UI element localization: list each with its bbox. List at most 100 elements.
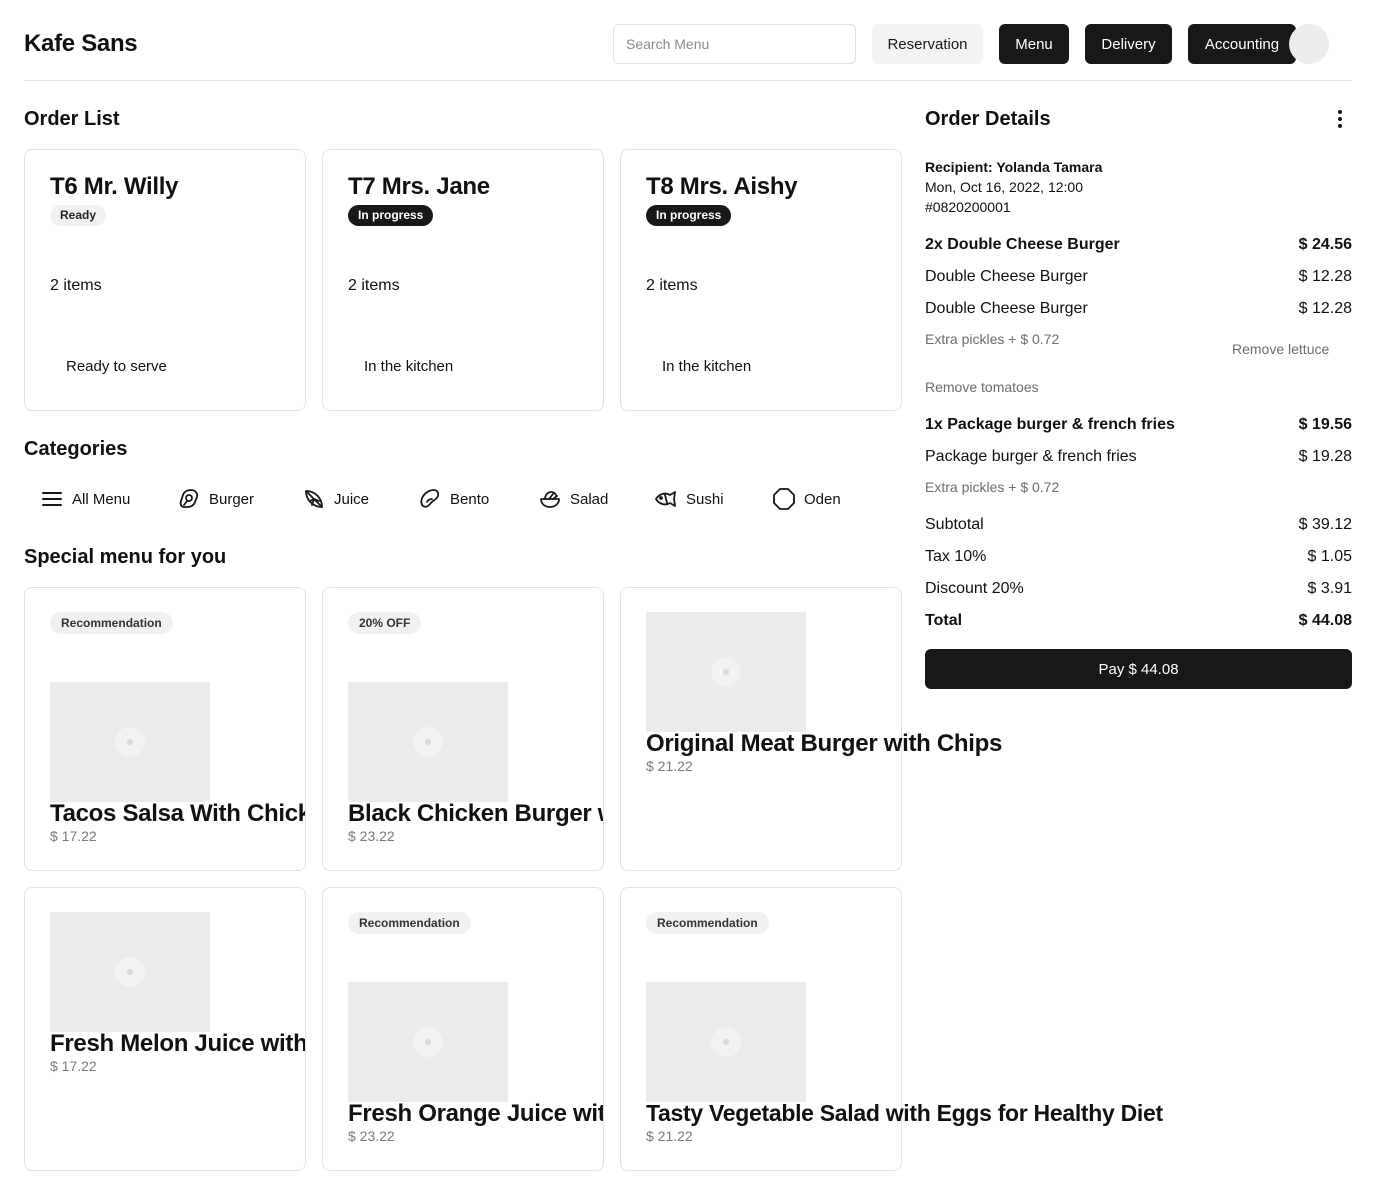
pay-button[interactable]: Pay $ 44.08 — [925, 649, 1352, 689]
order-name: T7 Mrs. Jane — [348, 173, 490, 200]
order-details-title: Order Details — [925, 108, 1051, 130]
recommendation-tag: Recommendation — [348, 912, 471, 934]
octagon-icon — [773, 488, 795, 510]
nav-reservation-button[interactable]: Reservation — [872, 24, 983, 64]
menu-item-name: Fresh Orange Juice with Basil Seed — [348, 1100, 603, 1127]
menu-card[interactable]: Fresh Melon Juice with Strawberry $ 17.2… — [24, 887, 306, 1171]
menu-item-price: $ 23.22 — [348, 828, 395, 844]
line-label: Double Cheese Burger — [925, 268, 1088, 285]
line-label: Double Cheese Burger — [925, 300, 1088, 317]
category-oden[interactable]: Oden — [772, 485, 841, 513]
menu-item-image — [646, 982, 806, 1102]
order-card[interactable]: T6 Mr. Willy Ready 2 items Ready to serv… — [24, 149, 306, 411]
top-bar: Kafe Sans Reservation Menu Delivery Acco… — [24, 0, 1352, 81]
order-status: In the kitchen — [662, 358, 752, 375]
menu-item-image — [348, 982, 508, 1102]
order-items-count: 2 items — [348, 277, 400, 294]
menu-item-name: Tasty Vegetable Salad with Eggs for Heal… — [646, 1100, 1163, 1126]
recommendation-tag: Recommendation — [50, 612, 173, 634]
order-name: T6 Mr. Willy — [50, 173, 179, 200]
order-datetime: Mon, Oct 16, 2022, 12:00 — [925, 179, 1083, 195]
tax-label: Tax 10% — [925, 548, 987, 565]
status-badge: Ready — [50, 205, 107, 226]
line-price: $ 19.28 — [1298, 448, 1352, 465]
category-salad[interactable]: Salad — [538, 485, 608, 513]
menu-item-name: Fresh Melon Juice with Strawberry — [50, 1030, 306, 1057]
recommendation-tag: Recommendation — [646, 912, 769, 934]
order-card[interactable]: T8 Mrs. Aishy In progress 2 items In the… — [620, 149, 902, 411]
category-sushi[interactable]: Sushi — [654, 485, 724, 513]
menu-item-name: Black Chicken Burger with Cheese — [348, 800, 603, 827]
image-placeholder-icon — [413, 1027, 443, 1057]
menu-card[interactable]: 20% OFF Black Chicken Burger with Cheese… — [322, 587, 604, 871]
image-placeholder-icon — [711, 1027, 741, 1057]
category-label: All Menu — [72, 490, 131, 508]
category-label: Burger — [209, 490, 255, 508]
brand-logo: Kafe Sans — [24, 30, 138, 57]
total-value: $ 44.08 — [1298, 612, 1352, 629]
order-status: Ready to serve — [66, 358, 167, 375]
subtotal-label: Subtotal — [925, 516, 984, 533]
total-label: Total — [925, 612, 963, 629]
order-card[interactable]: T7 Mrs. Jane In progress 2 items In the … — [322, 149, 604, 411]
modifier-remove-lettuce: Remove lettuce — [1232, 341, 1330, 357]
line-label: 2x Double Cheese Burger — [925, 236, 1120, 253]
order-line-group: 2x Double Cheese Burger $ 24.56 — [925, 236, 1352, 254]
menu-item-price: $ 21.22 — [646, 1128, 693, 1144]
discount-label: Discount 20% — [925, 580, 1024, 597]
menu-item-name: Original Meat Burger with Chips — [646, 730, 1003, 757]
menu-card[interactable]: Original Meat Burger with Chips $ 21.22 — [620, 587, 1002, 871]
tax-value: $ 1.05 — [1307, 548, 1352, 565]
category-all-menu[interactable]: All Menu — [40, 485, 130, 513]
image-placeholder-icon — [115, 727, 145, 757]
discount-value: $ 3.91 — [1307, 580, 1352, 597]
fish-icon — [655, 491, 676, 507]
order-status: In the kitchen — [364, 358, 454, 375]
order-id: #0820200001 — [925, 199, 1011, 215]
order-line-group: 1x Package burger & french fries $ 19.56 — [925, 416, 1352, 434]
special-menu-title: Special menu for you — [24, 546, 227, 568]
image-placeholder-icon — [115, 957, 145, 987]
category-bento[interactable]: Bento — [418, 485, 489, 513]
menu-item-image — [50, 912, 210, 1032]
nav-menu-button[interactable]: Menu — [999, 24, 1069, 64]
modifier-extra-pickles: Extra pickles + $ 0.72 — [925, 479, 1060, 495]
order-line: Package burger & french fries $ 19.28 — [925, 448, 1352, 466]
discount-tag: 20% OFF — [348, 612, 422, 634]
menu-item-image — [646, 612, 806, 732]
search-input[interactable] — [613, 24, 856, 64]
status-badge: In progress — [646, 205, 732, 226]
nav-accounting-button[interactable]: Accounting — [1188, 24, 1296, 64]
line-label: 1x Package burger & french fries — [925, 416, 1175, 433]
burger-icon — [179, 489, 199, 508]
status-badge: In progress — [348, 205, 434, 226]
menu-item-price: $ 17.22 — [50, 1058, 97, 1074]
discount-row: Discount 20% $ 3.91 — [925, 580, 1352, 598]
avatar[interactable] — [1289, 24, 1329, 64]
more-options-icon[interactable] — [1330, 108, 1350, 130]
modifier-remove-tomatoes: Remove tomatoes — [925, 379, 1039, 395]
image-placeholder-icon — [711, 657, 741, 687]
categories-title: Categories — [24, 438, 128, 460]
menu-card[interactable]: Recommendation Tacos Salsa With Chicken … — [24, 587, 306, 871]
category-label: Salad — [570, 490, 609, 508]
menu-card[interactable]: Recommendation Fresh Orange Juice with B… — [322, 887, 604, 1171]
category-label: Bento — [450, 490, 490, 508]
menu-item-price: $ 17.22 — [50, 828, 97, 844]
order-line: Double Cheese Burger $ 12.28 — [925, 268, 1352, 286]
citrus-icon — [305, 490, 323, 508]
category-label: Juice — [334, 490, 370, 508]
menu-item-name: Tacos Salsa With Chicken Grilled — [50, 800, 305, 827]
menu-item-image — [50, 682, 210, 802]
nav-delivery-button[interactable]: Delivery — [1085, 24, 1172, 64]
category-burger[interactable]: Burger — [177, 485, 254, 513]
recipient-name: Recipient: Yolanda Tamara — [925, 159, 1103, 175]
category-juice[interactable]: Juice — [302, 485, 369, 513]
menu-item-price: $ 23.22 — [348, 1128, 395, 1144]
menu-card[interactable]: Recommendation Tasty Vegetable Salad wit… — [620, 887, 1163, 1171]
modifier-extra-pickles: Extra pickles + $ 0.72 — [925, 331, 1060, 347]
line-label: Package burger & french fries — [925, 448, 1137, 465]
line-price: $ 12.28 — [1298, 300, 1352, 317]
total-row: Total $ 44.08 — [925, 612, 1352, 630]
bento-icon — [420, 489, 440, 508]
